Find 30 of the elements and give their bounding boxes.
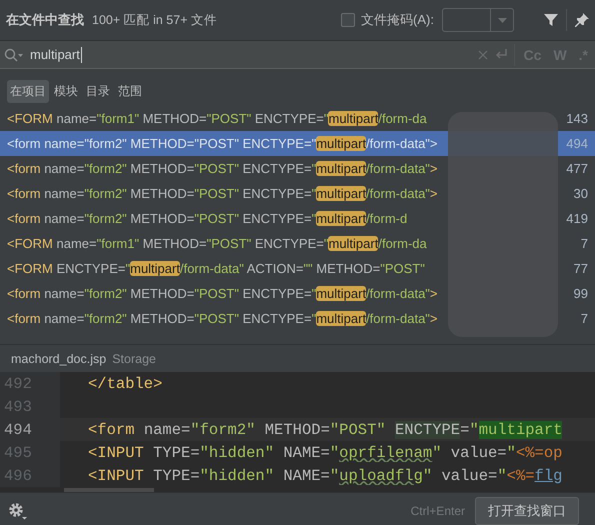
search-icon[interactable] bbox=[4, 48, 24, 62]
result-row[interactable]: <form name="form2" METHOD="POST" ENCTYPE="multipart/form-data"> 477 bbox=[0, 156, 595, 181]
file-mask-label: 文件掩码(A): bbox=[361, 11, 434, 29]
panel-title: 在文件中查找 bbox=[6, 11, 84, 29]
preview-location: Storage bbox=[112, 352, 156, 366]
pin-icon[interactable] bbox=[575, 12, 589, 28]
code-line: <INPUT TYPE="hidden" NAME="oprfilenam" value="<%=op bbox=[87, 444, 564, 462]
file-mask-checkbox[interactable] bbox=[341, 13, 356, 27]
newline-icon[interactable] bbox=[494, 48, 508, 60]
filter-icon[interactable] bbox=[544, 13, 558, 27]
clear-icon[interactable] bbox=[478, 50, 488, 60]
match-summary: 100+ 匹配 in 57+ 文件 bbox=[92, 12, 217, 28]
preview-file-name: machord_doc.jsp bbox=[11, 352, 106, 366]
result-row[interactable]: <form name="form2" METHOD="POST" ENCTYPE="multipart/form-data"> 99 bbox=[0, 281, 595, 306]
result-row[interactable]: <form name="form2" METHOD="POST" ENCTYPE="multipart/form-data"> 30 bbox=[0, 181, 595, 206]
file-mask-dropdown[interactable] bbox=[442, 8, 514, 32]
caret-icon bbox=[498, 18, 506, 22]
scope-tab[interactable]: 范围 bbox=[115, 80, 145, 103]
result-row[interactable]: <form name="form2" METHOD="POST" ENCTYPE="multipart/form-d 419 bbox=[0, 206, 595, 231]
scope-tab[interactable]: 在项目 bbox=[7, 80, 49, 103]
code-line: <form name="form2" METHOD="POST" ENCTYPE="multipart bbox=[87, 420, 564, 438]
settings-icon[interactable] bbox=[8, 502, 28, 520]
code-line: <INPUT TYPE="hidden" NAME="uploadflg" value="<%=flg bbox=[87, 466, 564, 484]
result-row[interactable]: <form name="form2" METHOD="POST" ENCTYPE="multipart/form-data"> 7 bbox=[0, 306, 595, 331]
scope-tab[interactable]: 目录 bbox=[83, 80, 113, 103]
shortcut-hint: Ctrl+Enter bbox=[410, 504, 465, 518]
scope-tab[interactable]: 模块 bbox=[51, 80, 81, 103]
open-find-window-button[interactable]: 打开查找窗口 bbox=[475, 496, 579, 524]
result-row[interactable]: <FORM ENCTYPE="multipart/form-data" ACTION="" METHOD="POST" 77 bbox=[0, 256, 595, 281]
code-line: </table> bbox=[87, 374, 164, 392]
